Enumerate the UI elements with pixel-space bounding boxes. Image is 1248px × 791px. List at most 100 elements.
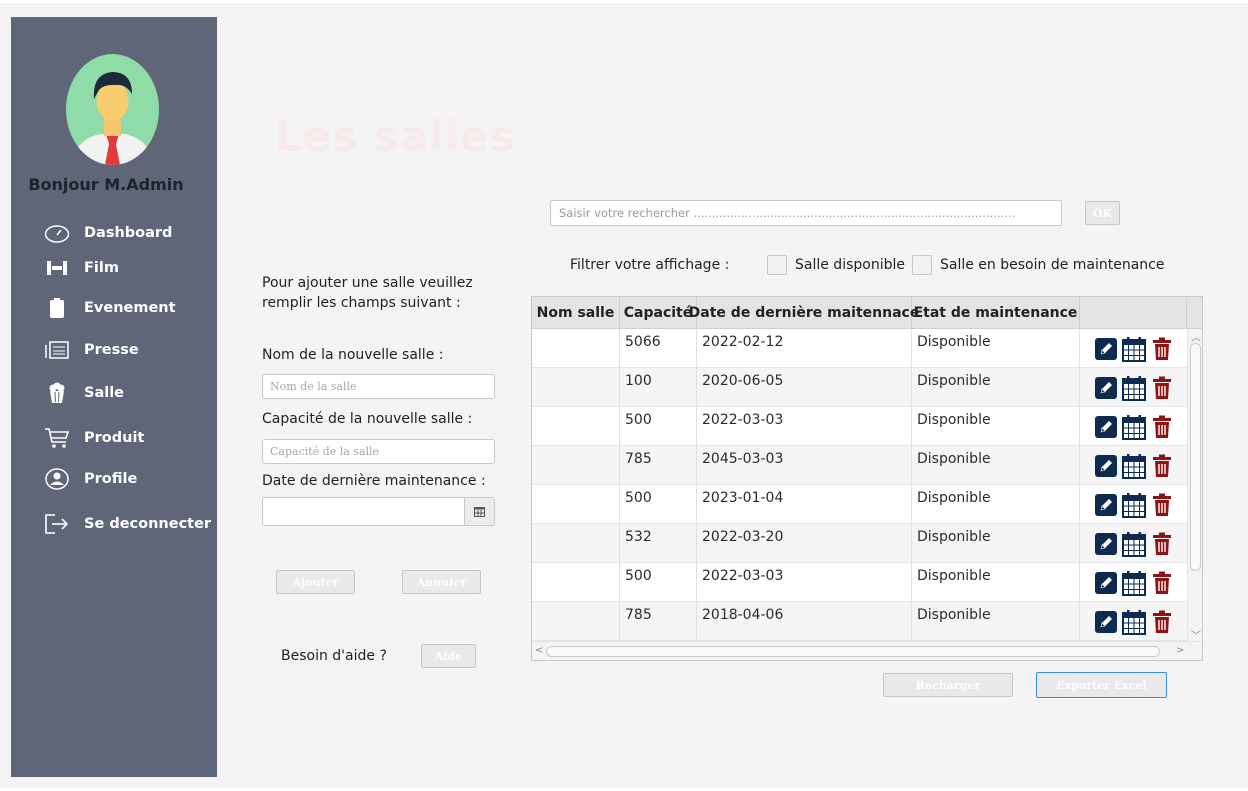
calendar-icon[interactable] xyxy=(1121,492,1146,518)
table-row[interactable]: 500 2022-03-03 Disponible xyxy=(532,407,1187,446)
filter-available-checkbox[interactable] xyxy=(767,255,787,275)
column-header-status[interactable]: Etat de maintenance xyxy=(912,297,1080,329)
cell-name xyxy=(532,602,620,641)
clipboard-icon xyxy=(43,296,71,320)
filter-maintenance-checkbox[interactable] xyxy=(912,255,932,275)
cell-capacity: 785 xyxy=(620,602,697,641)
form-intro: Pour ajouter une salle veuillez remplir … xyxy=(262,275,473,311)
greeting: Bonjour M.Admin xyxy=(28,175,184,194)
cell-name xyxy=(532,485,620,524)
edit-pencil-icon[interactable] xyxy=(1094,531,1118,557)
table-row[interactable]: 5066 2022-02-12 Disponible xyxy=(532,329,1187,368)
logout-icon xyxy=(43,512,71,536)
trash-icon[interactable] xyxy=(1150,570,1174,596)
nav-logout[interactable]: Se deconnecter xyxy=(43,511,211,537)
horizontal-scrollbar[interactable]: < > xyxy=(532,641,1202,660)
table-row[interactable]: 785 2018-04-06 Disponible xyxy=(532,602,1187,641)
cell-status: Disponible xyxy=(912,602,1080,641)
maintenance-date-input[interactable] xyxy=(262,497,465,526)
cell-capacity: 500 xyxy=(620,563,697,602)
cell-actions xyxy=(1080,602,1187,641)
column-header-capacity[interactable]: Capacité xyxy=(620,297,697,329)
column-header-name[interactable]: Nom salle xyxy=(532,297,620,329)
cell-status: Disponible xyxy=(912,368,1080,407)
cell-status: Disponible xyxy=(912,407,1080,446)
cell-capacity: 5066 xyxy=(620,329,697,368)
search-ok-button[interactable]: OK xyxy=(1085,201,1120,225)
newspaper-icon xyxy=(43,338,71,362)
filter-maintenance-label: Salle en besoin de maintenance xyxy=(940,257,1165,273)
edit-pencil-icon[interactable] xyxy=(1094,414,1118,440)
cell-capacity: 785 xyxy=(620,446,697,485)
scroll-right-icon[interactable]: > xyxy=(1176,645,1184,656)
room-name-input[interactable] xyxy=(262,374,495,399)
nav-label-dashboard: Dashboard xyxy=(84,225,173,241)
trash-icon[interactable] xyxy=(1150,609,1174,635)
vertical-scroll-thumb[interactable] xyxy=(1190,343,1201,571)
cell-name xyxy=(532,368,620,407)
nav-presse[interactable]: Presse xyxy=(43,337,139,363)
trash-icon[interactable] xyxy=(1150,492,1174,518)
help-button[interactable]: Aide xyxy=(421,644,476,668)
edit-pencil-icon[interactable] xyxy=(1094,453,1118,479)
cell-name xyxy=(532,524,620,563)
export-excel-button[interactable]: Exporter Excel xyxy=(1036,672,1167,698)
add-button[interactable]: Ajouter xyxy=(276,570,355,594)
edit-pencil-icon[interactable] xyxy=(1094,336,1118,362)
film-icon xyxy=(43,256,71,280)
nav-dashboard[interactable]: Dashboard xyxy=(43,220,172,246)
cell-date: 2022-02-12 xyxy=(697,329,912,368)
reload-button[interactable]: Recharger xyxy=(883,673,1013,697)
calendar-icon[interactable] xyxy=(1121,414,1146,440)
cell-actions xyxy=(1080,407,1187,446)
rooms-table: Nom salle Capacité Date de dernière mait… xyxy=(531,296,1203,661)
cell-status: Disponible xyxy=(912,446,1080,485)
capacity-input[interactable] xyxy=(262,439,495,464)
cell-date: 2022-03-03 xyxy=(697,407,912,446)
nav-film[interactable]: Film xyxy=(43,255,119,281)
cell-actions xyxy=(1080,368,1187,407)
calendar-icon[interactable] xyxy=(1121,375,1146,401)
cell-date: 2020-06-05 xyxy=(697,368,912,407)
edit-pencil-icon[interactable] xyxy=(1094,609,1118,635)
filter-available-label: Salle disponible xyxy=(795,257,905,273)
trash-icon[interactable] xyxy=(1150,336,1174,362)
calendar-icon[interactable] xyxy=(1121,609,1146,635)
search-input[interactable] xyxy=(550,200,1062,226)
calendar-icon[interactable] xyxy=(1121,336,1146,362)
trash-icon[interactable] xyxy=(1150,453,1174,479)
horizontal-scroll-thumb[interactable] xyxy=(546,646,1160,657)
nav-salle[interactable]: Salle xyxy=(43,380,124,406)
nav-evenement[interactable]: Evenement xyxy=(43,295,176,321)
trash-icon[interactable] xyxy=(1150,375,1174,401)
calendar-icon[interactable] xyxy=(1121,531,1146,557)
table-row[interactable]: 500 2023-01-04 Disponible xyxy=(532,485,1187,524)
nav-label-produit: Produit xyxy=(84,430,145,446)
vertical-scrollbar[interactable]: ︿ ﹀ xyxy=(1187,329,1202,642)
nav-produit[interactable]: Produit xyxy=(43,425,144,451)
calendar-icon[interactable] xyxy=(1121,453,1146,479)
table-row[interactable]: 100 2020-06-05 Disponible xyxy=(532,368,1187,407)
scroll-left-icon[interactable]: < xyxy=(535,645,543,656)
scroll-up-icon[interactable]: ︿ xyxy=(1191,329,1201,344)
table-row[interactable]: 500 2022-03-03 Disponible xyxy=(532,563,1187,602)
cell-capacity: 500 xyxy=(620,407,697,446)
cell-actions xyxy=(1080,446,1187,485)
trash-icon[interactable] xyxy=(1150,531,1174,557)
table-row[interactable]: 532 2022-03-20 Disponible xyxy=(532,524,1187,563)
date-picker-button[interactable] xyxy=(464,497,495,526)
table-row[interactable]: 785 2045-03-03 Disponible xyxy=(532,446,1187,485)
scroll-down-icon[interactable]: ﹀ xyxy=(1191,627,1201,642)
cancel-button[interactable]: Annuler xyxy=(402,570,481,594)
nav-profile[interactable]: Profile xyxy=(43,466,137,492)
trash-icon[interactable] xyxy=(1150,414,1174,440)
cell-actions xyxy=(1080,485,1187,524)
calendar-icon[interactable] xyxy=(1121,570,1146,596)
edit-pencil-icon[interactable] xyxy=(1094,570,1118,596)
cell-name xyxy=(532,407,620,446)
edit-pencil-icon[interactable] xyxy=(1094,492,1118,518)
nav-label-film: Film xyxy=(84,260,119,276)
cell-status: Disponible xyxy=(912,329,1080,368)
column-header-date[interactable]: Date de dernière maitennace xyxy=(689,297,919,329)
edit-pencil-icon[interactable] xyxy=(1094,375,1118,401)
